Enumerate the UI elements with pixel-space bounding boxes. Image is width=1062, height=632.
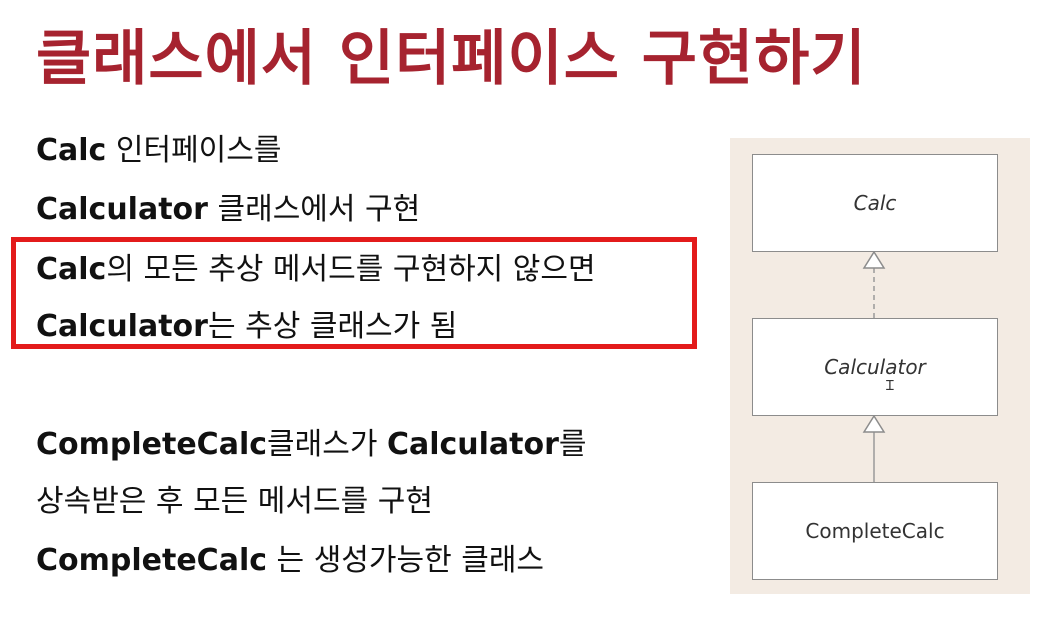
uml-diagram: Calc Calculator Ɪ CompleteCalc: [730, 138, 1030, 594]
text-line-2-bold: Calculator: [36, 192, 208, 227]
text-line-5-bold-2: Calculator: [386, 427, 559, 462]
class-box-completecalc: CompleteCalc: [752, 482, 998, 580]
text-line-2: Calculator 클래스에서 구현: [36, 192, 420, 228]
slide-title: 클래스에서 인터페이스 구현하기: [36, 24, 867, 94]
text-line-5: CompleteCalc클래스가 Calculator를: [36, 427, 587, 463]
realization-arrowhead-icon: [862, 250, 886, 269]
class-box-calculator: Calculator: [752, 318, 998, 416]
highlight-box: [11, 237, 697, 349]
text-line-7-bold: CompleteCalc: [36, 543, 268, 578]
text-line-5-rest-2: 를: [558, 427, 587, 462]
text-line-7: CompleteCalc 는 생성가능한 클래스: [36, 543, 544, 579]
generalization-arrowhead-icon: [862, 414, 886, 433]
text-line-7-rest: 는 생성가능한 클래스: [267, 543, 545, 578]
text-cursor-icon: Ɪ: [886, 378, 894, 394]
text-line-1-rest: 인터페이스를: [106, 133, 282, 168]
text-line-5-bold: CompleteCalc: [36, 427, 268, 462]
class-name-calc: Calc: [853, 191, 897, 215]
text-line-5-rest: 클래스가: [267, 427, 387, 462]
text-line-6: 상속받은 후 모든 메서드를 구현: [36, 484, 433, 520]
text-line-1: Calc 인터페이스를: [36, 133, 281, 169]
text-line-2-rest: 클래스에서 구현: [207, 192, 421, 227]
class-name-calculator: Calculator: [824, 355, 926, 379]
class-name-completecalc: CompleteCalc: [805, 519, 945, 543]
text-line-6-rest: 상속받은 후 모든 메서드를 구현: [36, 484, 433, 519]
class-box-calc: Calc: [752, 154, 998, 252]
text-line-1-bold: Calc: [36, 133, 107, 168]
